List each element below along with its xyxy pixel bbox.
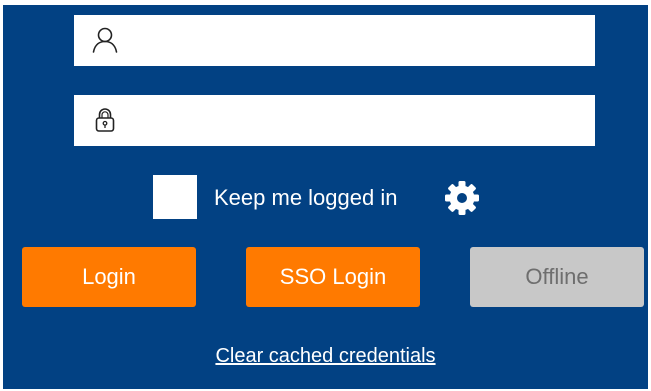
- offline-button[interactable]: Offline: [470, 247, 644, 307]
- keep-logged-in-checkbox[interactable]: [153, 175, 197, 219]
- username-field[interactable]: [74, 15, 595, 66]
- login-window: Keep me logged in Login SSO Login Offlin…: [0, 0, 651, 391]
- sso-login-button[interactable]: SSO Login: [246, 247, 420, 307]
- password-input[interactable]: [134, 101, 588, 141]
- keep-logged-in-label[interactable]: Keep me logged in: [214, 185, 397, 211]
- user-icon: [92, 27, 118, 53]
- username-input[interactable]: [134, 21, 588, 61]
- gear-icon[interactable]: [443, 179, 481, 217]
- login-button[interactable]: Login: [22, 247, 196, 307]
- padlock-icon: [95, 108, 115, 132]
- password-field[interactable]: [74, 95, 595, 146]
- clear-cached-credentials-link[interactable]: Clear cached credentials: [3, 345, 648, 368]
- login-panel: Keep me logged in Login SSO Login Offlin…: [3, 5, 648, 389]
